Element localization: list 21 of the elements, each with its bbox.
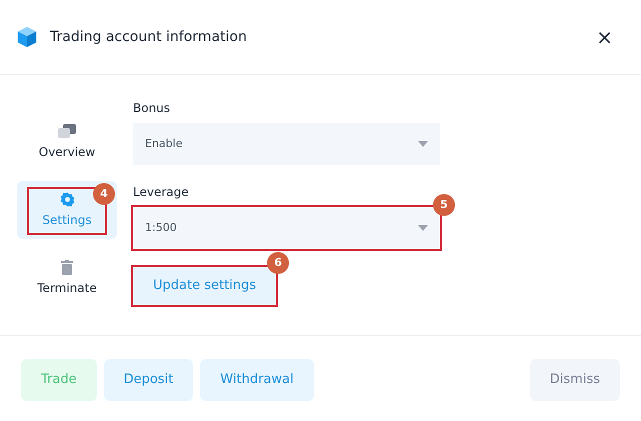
update-settings-button[interactable]: Update settings (133, 267, 276, 305)
footer-button[interactable]: Withdrawal (200, 359, 314, 401)
field-label: Bonus (133, 100, 172, 117)
step-badge: 6 (267, 252, 290, 274)
field-label: Leverage (133, 184, 190, 201)
footer-button[interactable]: Dismiss (530, 359, 620, 401)
caret-icon (418, 225, 428, 231)
footer-button[interactable]: Deposit (104, 359, 194, 401)
cube-icon (16, 26, 38, 48)
footer-button[interactable]: Trade (21, 359, 97, 401)
sidebar-tab[interactable]: Overview (17, 113, 117, 171)
trash-icon (61, 260, 73, 274)
close-button[interactable]: × (596, 27, 613, 47)
window-title: Trading account information (50, 28, 247, 46)
gear-icon (60, 192, 74, 206)
chat-icon (58, 124, 76, 138)
caret-icon (418, 141, 428, 147)
select-field[interactable]: 1:500 (133, 207, 440, 249)
select-field[interactable]: Enable (133, 123, 440, 165)
sidebar-tab[interactable]: Terminate (17, 249, 117, 307)
step-badge: 5 (433, 194, 455, 216)
